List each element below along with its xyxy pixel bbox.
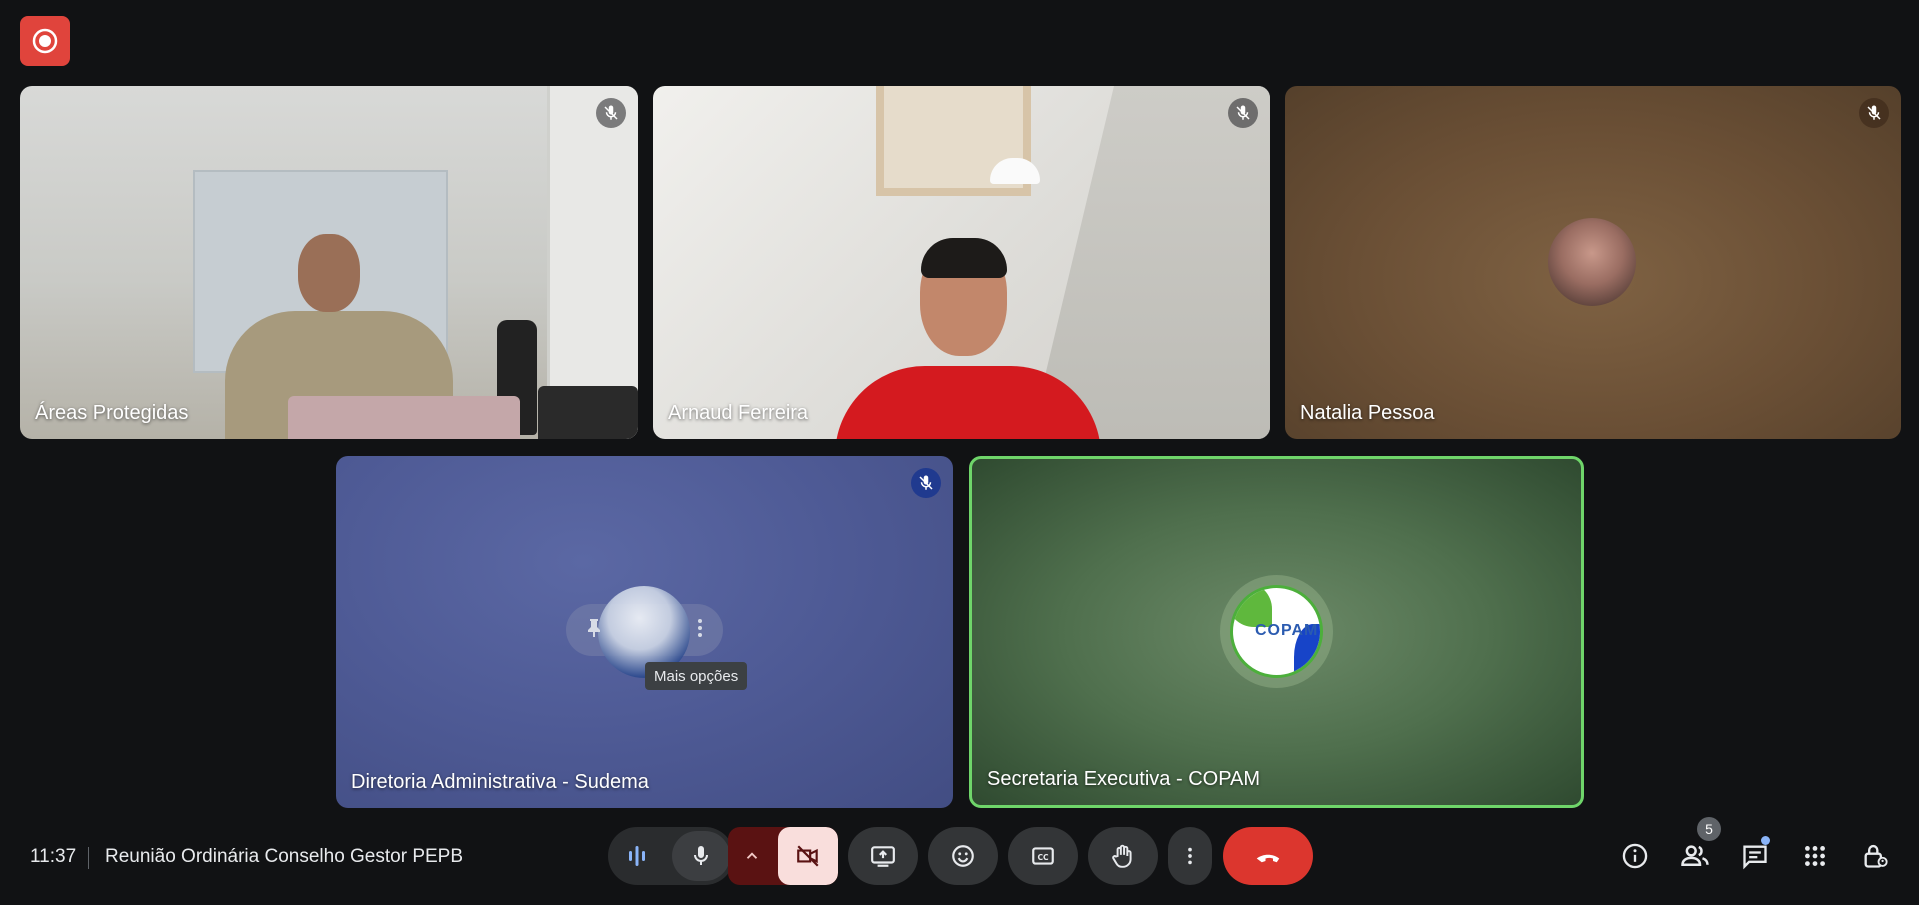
people-button[interactable] <box>1677 838 1713 874</box>
laptop <box>288 396 520 439</box>
avatar: COPAM <box>1230 585 1323 678</box>
participant-hair <box>921 238 1007 278</box>
participant-name: Áreas Protegidas <box>35 402 189 424</box>
participant-name: Natalia Pessoa <box>1300 402 1435 424</box>
raise-hand-button[interactable] <box>1088 827 1158 885</box>
participant-tile-areas-protegidas[interactable]: Áreas Protegidas <box>20 86 638 439</box>
info-icon <box>1622 843 1648 869</box>
svg-text:CC: CC <box>1037 853 1049 862</box>
participant-head <box>298 234 360 312</box>
participant-name: Secretaria Executiva - COPAM <box>987 768 1261 790</box>
recording-indicator[interactable] <box>20 16 70 66</box>
participant-tile-natalia-pessoa[interactable]: Natalia Pessoa <box>1285 86 1901 439</box>
participant-tile-secretaria-executiva[interactable]: COPAM Secretaria Executiva - COPAM <box>969 456 1584 808</box>
activities-button[interactable] <box>1797 838 1833 874</box>
mic-icon <box>694 846 708 865</box>
host-controls-button[interactable] <box>1857 838 1893 874</box>
more-options-tooltip: Mais opções <box>645 662 748 690</box>
camera-off-icon <box>797 845 819 867</box>
participant-tile-diretoria-administrativa[interactable]: Diretoria Administrativa - Sudema <box>336 456 953 808</box>
helmet <box>990 158 1040 184</box>
reactions-button[interactable] <box>928 827 998 885</box>
meeting-title: Reunião Ordinária Conselho Gestor PEPB <box>105 846 464 867</box>
camera-toggle-button[interactable] <box>778 827 838 885</box>
meeting-details-button[interactable] <box>1617 838 1653 874</box>
emoji-icon <box>952 845 974 867</box>
mic-off-icon <box>1236 105 1250 120</box>
record-icon <box>32 28 58 54</box>
meeting-clock: 11:37 <box>30 846 77 867</box>
more-options-icon[interactable] <box>688 616 712 640</box>
participant-tile-arnaud-ferreira[interactable]: Arnaud Ferreira <box>653 86 1270 439</box>
chair <box>538 386 638 439</box>
pin-icon[interactable] <box>582 616 606 640</box>
chat-notification-dot <box>1761 836 1770 845</box>
camera-options-button[interactable] <box>728 827 776 885</box>
mic-off-icon <box>919 475 933 490</box>
lock-person-icon <box>1864 844 1888 868</box>
leave-call-button[interactable] <box>1223 827 1313 885</box>
microphone-control[interactable] <box>608 827 734 885</box>
divider <box>88 847 89 869</box>
mic-toggle-button[interactable] <box>672 831 730 881</box>
participant-name: Arnaud Ferreira <box>668 402 809 424</box>
closed-captions-icon: CC <box>1032 847 1054 865</box>
meeting-window: Áreas Protegidas Arnaud Ferreira Natalia… <box>0 0 1919 905</box>
mic-off-icon <box>604 105 618 120</box>
apps-grid-icon <box>1805 846 1825 866</box>
people-icon <box>1681 845 1709 866</box>
hang-up-icon <box>1256 854 1280 863</box>
muted-badge <box>1859 98 1889 128</box>
chevron-up-icon <box>746 852 758 859</box>
avatar <box>1548 218 1636 306</box>
muted-badge <box>1228 98 1258 128</box>
present-screen-button[interactable] <box>848 827 918 885</box>
more-vertical-icon <box>1188 847 1192 865</box>
mic-off-icon <box>1867 105 1881 120</box>
more-options-button[interactable] <box>1168 827 1212 885</box>
logo-leaf-left <box>1233 588 1272 627</box>
participant-count-badge: 5 <box>1697 817 1721 841</box>
present-screen-icon <box>871 846 895 867</box>
raise-hand-icon <box>1112 844 1132 868</box>
chat-icon <box>1743 845 1767 870</box>
muted-badge <box>911 468 941 498</box>
camera-control[interactable] <box>728 827 838 885</box>
participant-name: Diretoria Administrativa - Sudema <box>351 771 649 793</box>
captions-button[interactable]: CC <box>1008 827 1078 885</box>
logo-text: COPAM <box>1255 622 1319 639</box>
muted-badge <box>596 98 626 128</box>
audio-level-icon <box>629 846 645 866</box>
